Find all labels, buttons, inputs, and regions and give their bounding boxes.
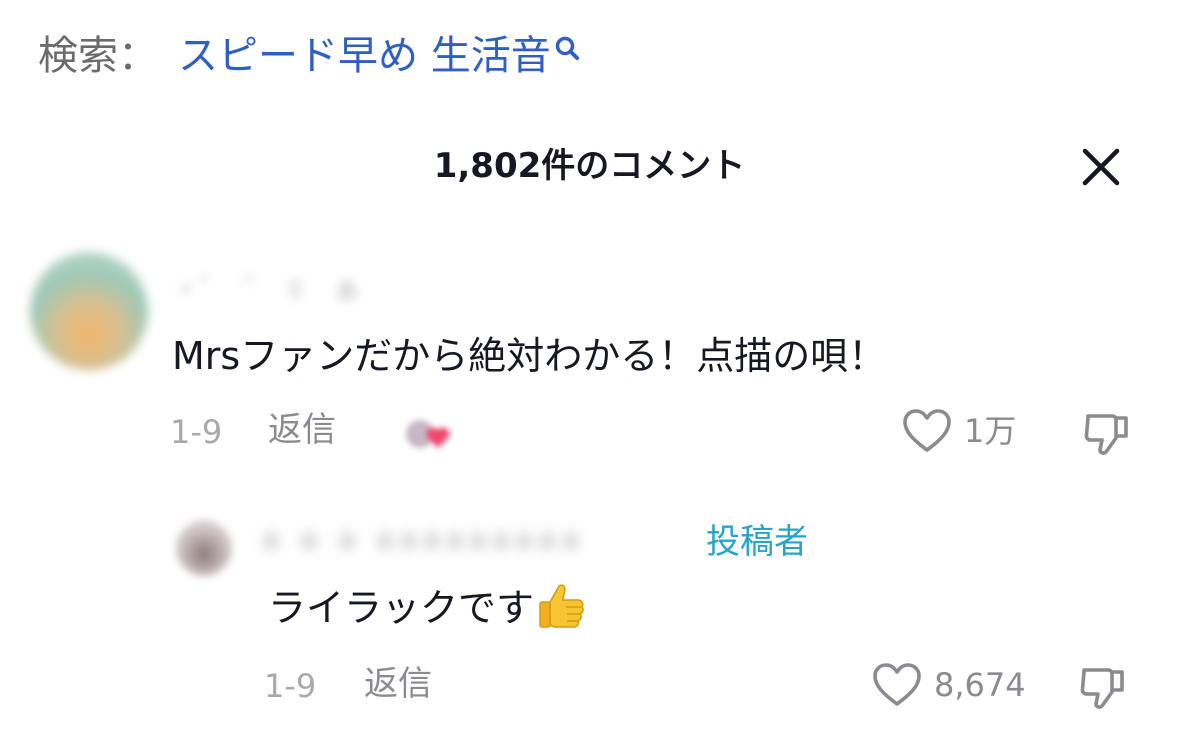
comments-sheet: 検索： スピード早め 生活音 1,802件のコメント ・ﾞ_゛ゞ ぁ Mrsファ… (0, 0, 1179, 734)
thumbs-up-emoji (536, 580, 588, 632)
reply-date: 1-9 (264, 667, 317, 705)
reply-username[interactable]: a a a aaaaaaaaa (262, 522, 702, 562)
dislike-button[interactable] (1082, 408, 1132, 458)
reply-like-count: 8,674 (934, 666, 1026, 704)
comment-date: 1-9 (170, 413, 223, 451)
reply-like-button[interactable]: 8,674 (872, 662, 1026, 708)
reply-avatar[interactable] (176, 520, 232, 576)
thumbs-down-icon (1084, 414, 1128, 455)
search-suggestion[interactable]: 検索： スピード早め 生活音 (38, 22, 581, 82)
reply-dislike-button[interactable] (1078, 662, 1128, 712)
comment-username[interactable]: ・ﾞ_゛ゞ ぁ (172, 268, 572, 302)
comments-count-title: 1,802件のコメント (433, 146, 746, 186)
reply-text-content: ライラックです (268, 586, 535, 630)
author-badge: 投稿者 (706, 522, 808, 562)
reply-button[interactable]: 返信 (268, 408, 336, 452)
avatar[interactable] (30, 252, 148, 370)
close-icon (1082, 148, 1120, 186)
comment-text: Mrsファンだから絶対わかる！点描の唄！ (172, 334, 887, 378)
reply-text: ライラックです (268, 582, 588, 634)
like-button[interactable]: 1万 (902, 408, 1016, 454)
like-count: 1万 (964, 412, 1017, 450)
reply-reply-button[interactable]: 返信 (364, 662, 432, 706)
close-button[interactable] (1076, 142, 1126, 192)
search-label: 検索： (38, 33, 158, 79)
thumbs-down-icon (1080, 668, 1124, 709)
liked-by-creator-icon (398, 412, 460, 460)
heart-icon (903, 409, 951, 452)
search-icon (553, 27, 581, 60)
search-query-link[interactable]: スピード早め 生活音 (178, 23, 551, 81)
heart-icon (873, 663, 921, 706)
